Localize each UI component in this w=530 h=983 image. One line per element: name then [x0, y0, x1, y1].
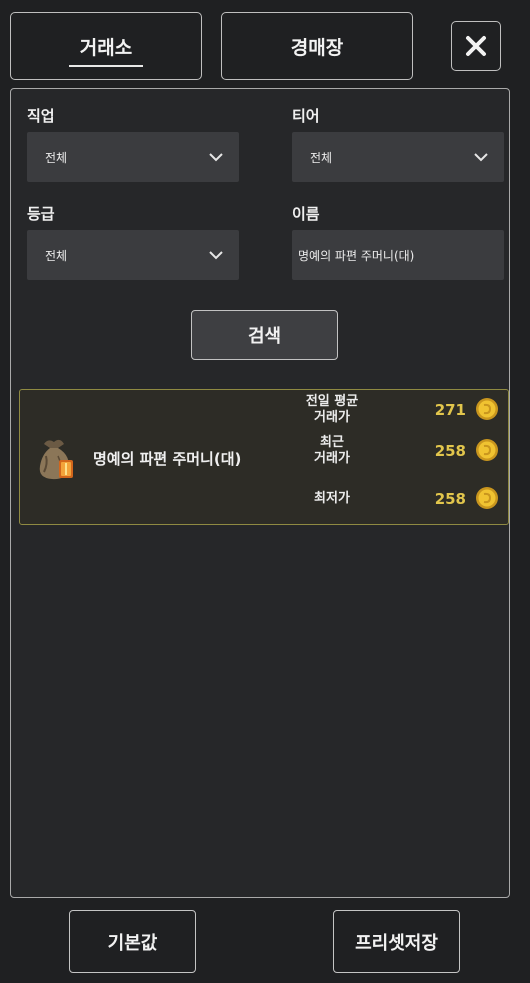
- tab-trade[interactable]: 거래소: [10, 12, 202, 80]
- price-label-line: 거래가: [314, 410, 350, 425]
- grade-filter-label: 등급: [27, 205, 55, 223]
- yesterday-avg-price-value: 271: [434, 401, 466, 419]
- lowest-price-value: 258: [434, 490, 466, 508]
- search-button[interactable]: 검색: [191, 310, 338, 360]
- default-button[interactable]: 기본값: [69, 910, 196, 973]
- grade-select[interactable]: 전체: [27, 230, 239, 280]
- recent-price-value: 258: [434, 442, 466, 460]
- result-row[interactable]: 명예의 파편 주머니(대) 전일 평균 거래가 271 최근 거래가 258 최…: [19, 389, 509, 525]
- close-icon: [466, 36, 486, 56]
- close-button[interactable]: [451, 21, 501, 71]
- search-button-label: 검색: [247, 326, 282, 347]
- job-filter-label: 직업: [27, 107, 55, 125]
- price-label-line: 최근: [320, 435, 344, 450]
- chevron-down-icon: [209, 153, 223, 162]
- recent-price-label: 최근 거래가: [282, 435, 382, 467]
- tab-trade-label: 거래소: [79, 36, 133, 59]
- price-label-line: 최저가: [314, 491, 350, 506]
- tier-select[interactable]: 전체: [292, 132, 504, 182]
- grade-select-value: 전체: [45, 248, 68, 263]
- job-select-value: 전체: [45, 150, 68, 165]
- yesterday-avg-price-label: 전일 평균 거래가: [282, 394, 382, 426]
- save-preset-button-label: 프리셋저장: [355, 932, 438, 954]
- pouch-icon: [39, 439, 73, 480]
- tier-filter-label: 티어: [292, 107, 320, 125]
- lowest-price-label: 최저가: [282, 491, 382, 507]
- gold-coin-icon: [476, 439, 498, 461]
- price-label-line: 전일 평균: [305, 394, 359, 409]
- gold-coin-icon: [476, 487, 498, 509]
- result-item-name: 명예의 파편 주머니(대): [93, 450, 242, 468]
- active-tab-underline: [69, 65, 143, 67]
- gold-coin-icon: [476, 398, 498, 420]
- tab-auction-label: 경매장: [290, 36, 344, 59]
- chevron-down-icon: [209, 251, 223, 260]
- job-select[interactable]: 전체: [27, 132, 239, 182]
- default-button-label: 기본값: [107, 932, 158, 954]
- chevron-down-icon: [474, 153, 488, 162]
- name-search-input[interactable]: 명예의 파편 주머니(대): [292, 230, 504, 280]
- tab-auction[interactable]: 경매장: [221, 12, 413, 80]
- tier-select-value: 전체: [310, 150, 333, 165]
- name-search-value: 명예의 파편 주머니(대): [298, 248, 415, 263]
- save-preset-button[interactable]: 프리셋저장: [333, 910, 460, 973]
- name-filter-label: 이름: [292, 205, 320, 223]
- price-label-line: 거래가: [314, 451, 350, 466]
